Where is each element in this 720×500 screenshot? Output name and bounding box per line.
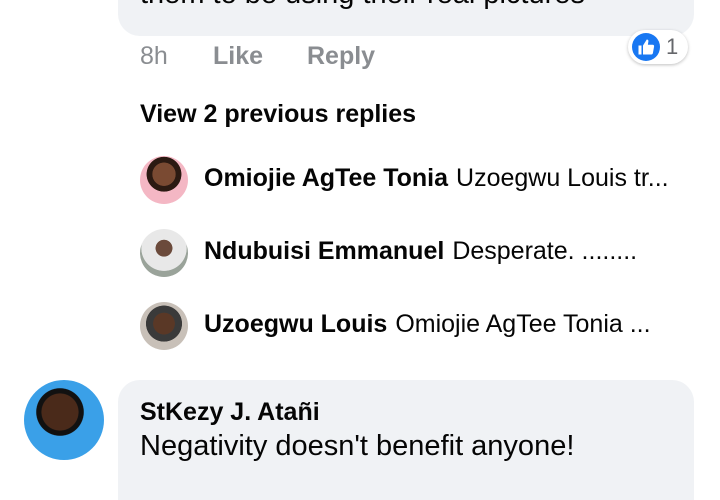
comment-text: Negativity doesn't benefit anyone! (140, 430, 575, 462)
reply-item[interactable]: Uzoegwu Louis Omiojie AgTee Tonia ... (140, 302, 700, 352)
comment-timestamp: 8h (140, 42, 168, 70)
comment-author[interactable]: StKezy J. Atañi (140, 398, 320, 427)
thumbs-up-icon (632, 33, 660, 61)
avatar[interactable] (24, 380, 104, 460)
comment-bubble: StKezy J. Atañi Negativity doesn't benef… (118, 380, 694, 500)
reply-snippet: Uzoegwu Louis tr... (456, 164, 669, 192)
reaction-count: 1 (666, 34, 679, 59)
comment-bubble: them to be using their real pictures (118, 0, 694, 36)
reaction-badge[interactable]: 1 (628, 30, 688, 64)
avatar[interactable] (140, 302, 188, 350)
reply-snippet: Omiojie AgTee Tonia ... (395, 310, 651, 338)
avatar[interactable] (140, 229, 188, 277)
view-previous-replies-link[interactable]: View 2 previous replies (140, 100, 416, 129)
avatar[interactable] (140, 156, 188, 204)
reply-author[interactable]: Ndubuisi Emmanuel (204, 237, 444, 265)
reply-item[interactable]: Omiojie AgTee Tonia Uzoegwu Louis tr... (140, 156, 700, 206)
reply-author[interactable]: Uzoegwu Louis (204, 310, 387, 338)
comment-text: them to be using their real pictures (140, 0, 585, 12)
reply-button[interactable]: Reply (307, 42, 375, 71)
reply-item[interactable]: Ndubuisi Emmanuel Desperate. ........ (140, 229, 700, 279)
reply-author[interactable]: Omiojie AgTee Tonia (204, 164, 448, 192)
like-button[interactable]: Like (213, 42, 263, 71)
reply-snippet: Desperate. ........ (452, 237, 638, 265)
